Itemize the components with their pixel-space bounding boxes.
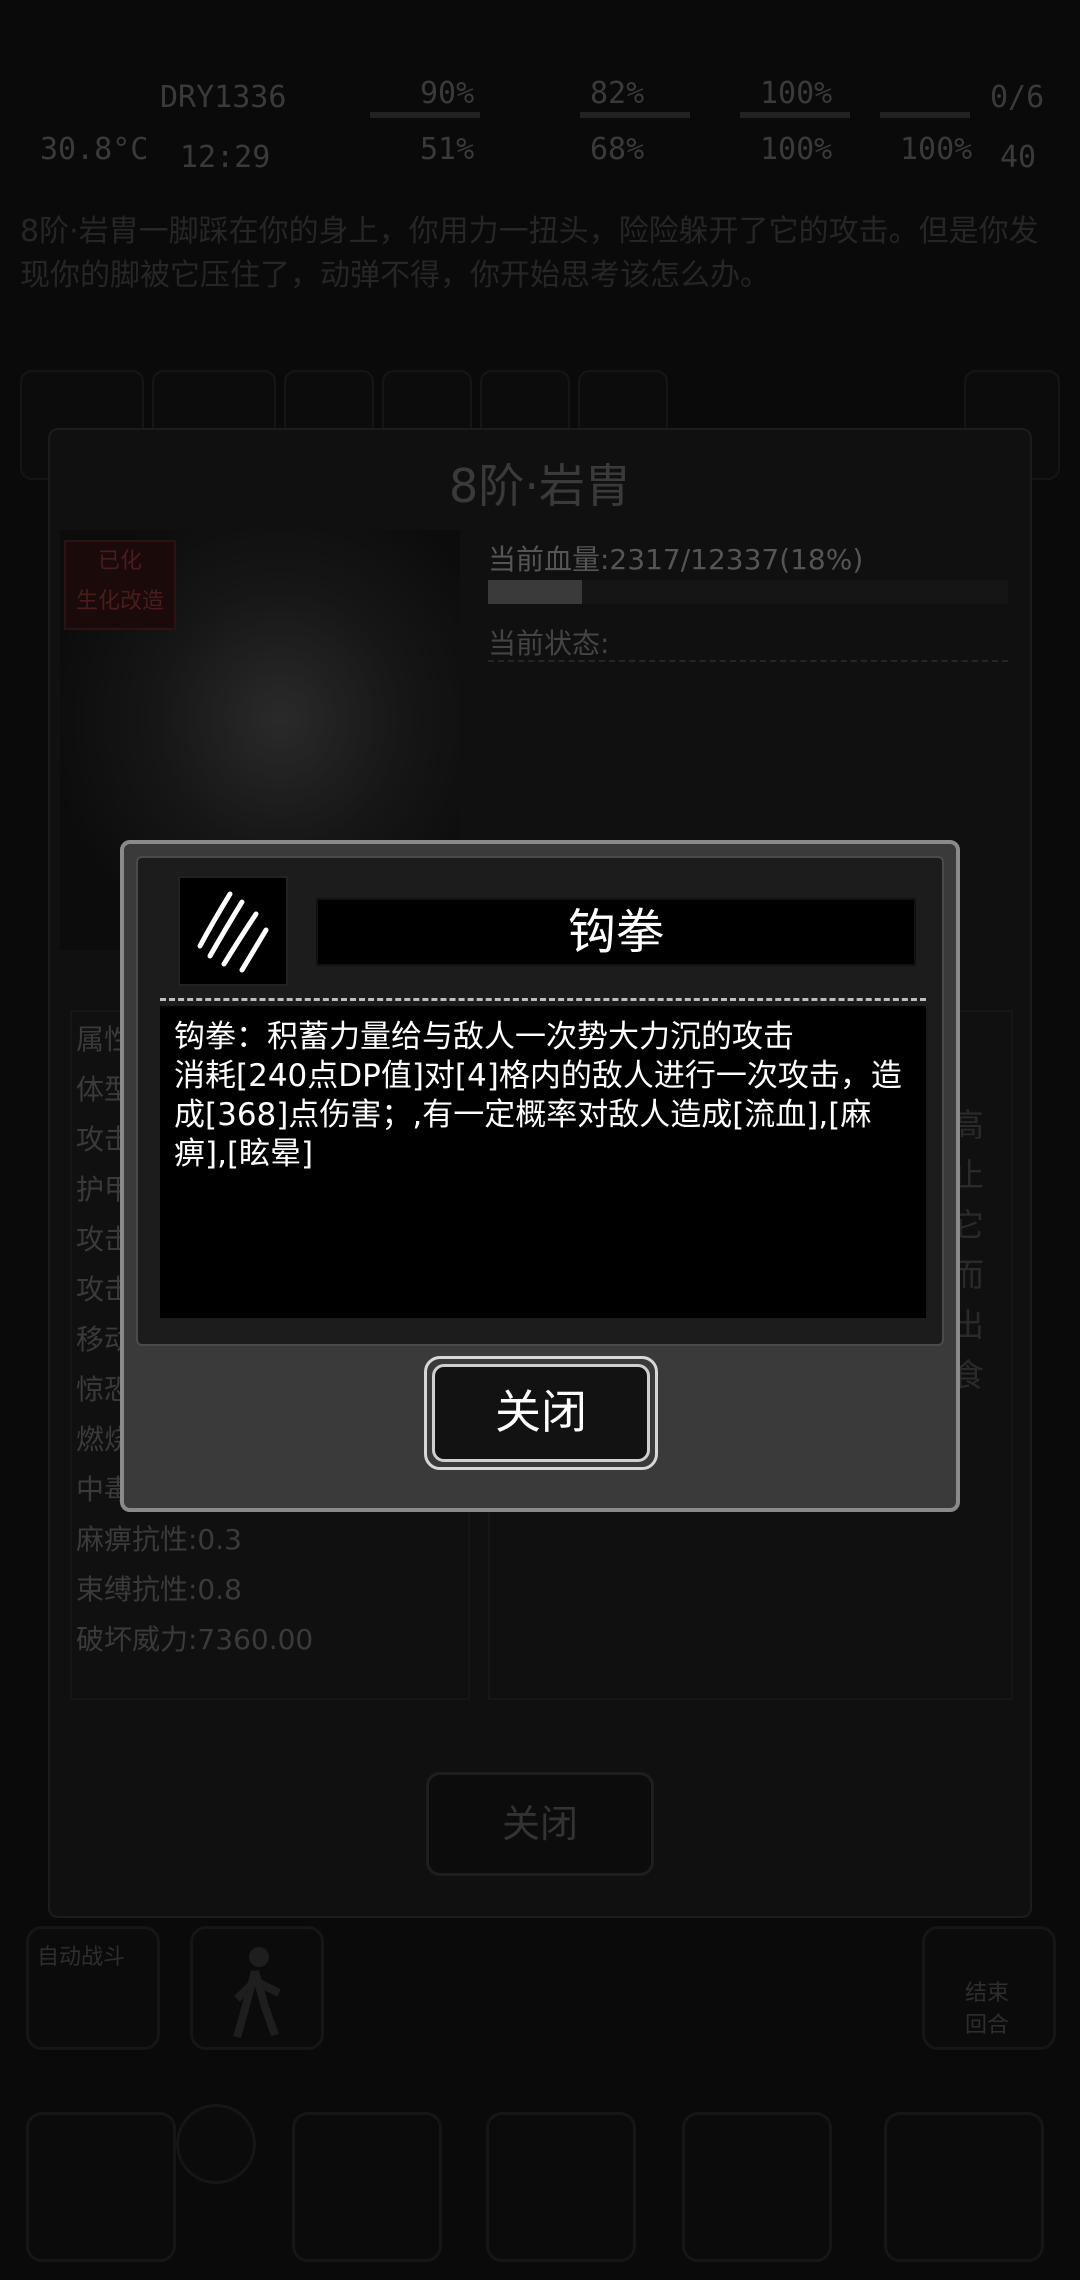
skill-popup: 钩拳 钩拳：积蓄力量给与敌人一次势大力沉的攻击 消耗[240点DP值]对[4]格… [120,840,960,1512]
close-button-label: 关闭 [432,1364,650,1462]
skill-title: 钩拳 [316,898,916,966]
modal-overlay: 钩拳 钩拳：积蓄力量给与敌人一次势大力沉的攻击 消耗[240点DP值]对[4]格… [0,0,1080,2280]
claw-scratch-icon [178,876,288,986]
skill-popup-body: 钩拳 钩拳：积蓄力量给与敌人一次势大力沉的攻击 消耗[240点DP值]对[4]格… [136,856,944,1346]
dashed-divider [160,998,926,1001]
skill-description: 钩拳：积蓄力量给与敌人一次势大力沉的攻击 消耗[240点DP值]对[4]格内的敌… [160,1006,926,1318]
skill-description-line: 消耗[240点DP值]对[4]格内的敌人进行一次攻击，造成[368]点伤害；,有… [174,1058,902,1172]
close-button[interactable]: 关闭 [424,1356,658,1470]
skill-description-line: 钩拳：积蓄力量给与敌人一次势大力沉的攻击 [174,1019,794,1055]
